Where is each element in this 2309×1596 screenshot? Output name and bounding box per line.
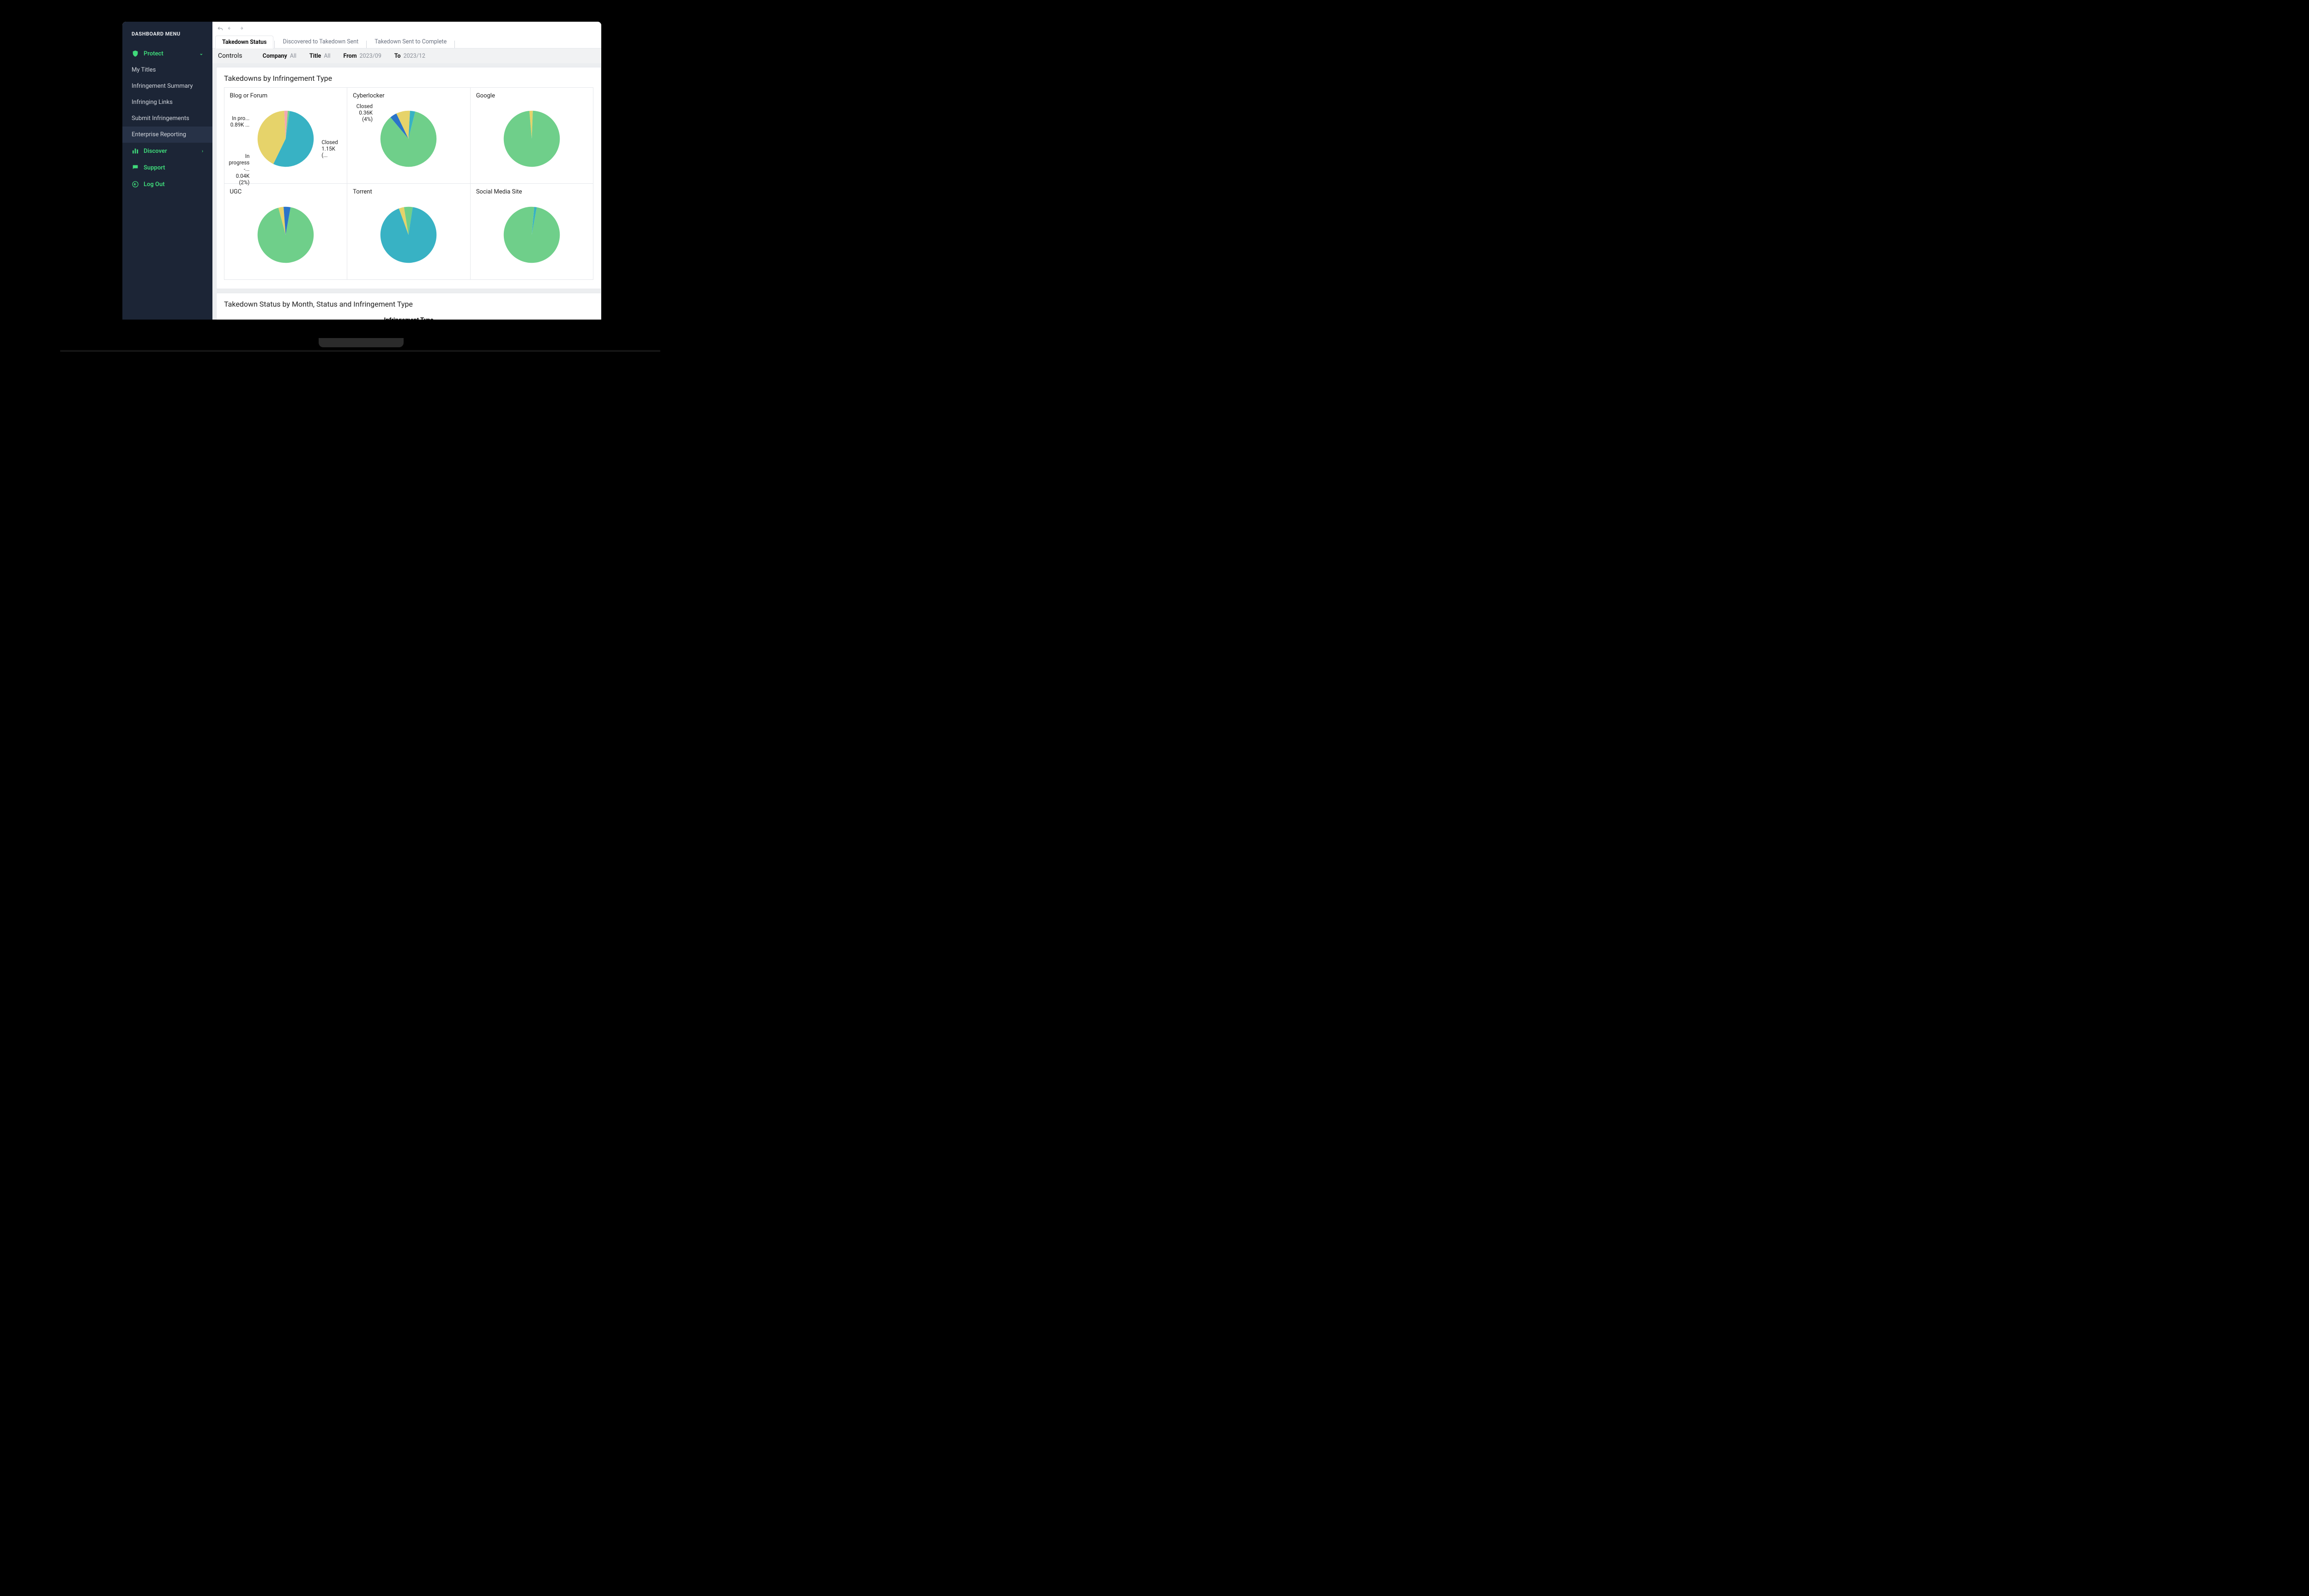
pie-label: In pro...0.89K ... xyxy=(230,115,250,128)
panel-title: Takedown Status by Month, Status and Inf… xyxy=(224,300,593,308)
sidebar-item-label: Log Out xyxy=(144,181,165,188)
shield-icon xyxy=(132,50,139,57)
panel-title: Takedowns by Infringement Type xyxy=(224,74,593,83)
sidebar-item-infringement-summary[interactable]: Infringement Summary xyxy=(122,78,212,94)
control-company[interactable]: Company All xyxy=(263,53,296,60)
sidebar-item-my-titles[interactable]: My Titles xyxy=(122,62,212,78)
control-value: 2023/12 xyxy=(404,53,425,60)
tab-separator xyxy=(274,41,275,48)
sidebar-item-logout[interactable]: Log Out xyxy=(122,176,212,193)
sidebar: DASHBOARD MENU Protect ⌄ My Titles Infri… xyxy=(122,22,212,320)
control-title[interactable]: Title All xyxy=(309,53,331,60)
tab-separator xyxy=(454,41,455,48)
pie-title: Cyberlocker xyxy=(353,92,465,99)
undo-icon[interactable] xyxy=(217,25,224,34)
pie-cell-social: Social Media Site xyxy=(470,183,594,280)
undo-step-icon[interactable] xyxy=(227,25,234,34)
tab-takedown-status[interactable]: Takedown Status xyxy=(215,36,273,48)
table-group-header: Infringement Type xyxy=(224,314,593,320)
sidebar-item-label: Discover xyxy=(144,148,167,155)
sidebar-item-label: Protect xyxy=(144,50,163,57)
sidebar-item-enterprise-reporting[interactable]: Enterprise Reporting xyxy=(122,127,212,143)
sidebar-item-label: Support xyxy=(144,164,165,171)
main-content: Takedown Status Discovered to Takedown S… xyxy=(212,22,601,320)
control-value: All xyxy=(324,53,330,60)
pie-label: In progress -...0.04K (2%) xyxy=(229,153,249,186)
controls-heading: Controls xyxy=(218,52,242,60)
pie-chart: In pro...0.89K ... Closed1.15K (... In p… xyxy=(230,102,342,176)
sidebar-item-protect[interactable]: Protect ⌄ xyxy=(122,45,212,62)
panel-takedowns-by-type: Takedowns by Infringement Type Blog or F… xyxy=(216,67,601,289)
pie-label: Closed1.15K (... xyxy=(321,139,341,159)
pie-chart xyxy=(230,198,342,272)
pie-cell-ugc: UGC xyxy=(224,183,348,280)
sidebar-item-infringing-links[interactable]: Infringing Links xyxy=(122,94,212,110)
pie-title: UGC xyxy=(230,188,342,195)
tab-separator xyxy=(366,41,367,48)
pie-cell-torrent: Torrent xyxy=(347,183,471,280)
control-label: Title xyxy=(309,53,321,60)
pie-grid: Blog or Forum In pro...0.89K ... Closed1… xyxy=(224,87,593,279)
control-to[interactable]: To 2023/12 xyxy=(394,53,425,60)
controls-bar: Controls Company All Title All From 2023… xyxy=(212,48,601,63)
sidebar-item-submit-infringements[interactable]: Submit Infringements xyxy=(122,110,212,127)
sidebar-item-discover[interactable]: Discover › xyxy=(122,143,212,159)
redo-step-icon[interactable] xyxy=(237,25,244,34)
report-tabs: Takedown Status Discovered to Takedown S… xyxy=(212,35,601,48)
pie-cell-google: Google xyxy=(470,87,594,184)
chevron-right-icon: › xyxy=(202,149,203,154)
pie-title: Blog or Forum xyxy=(230,92,342,99)
pie-chart xyxy=(353,198,465,272)
device-shadow xyxy=(60,350,660,352)
bars-icon xyxy=(132,147,139,155)
pie-title: Google xyxy=(476,92,588,99)
pie-cell-cyberlocker: Cyberlocker Closed0.36K (4%) xyxy=(347,87,471,184)
control-label: To xyxy=(394,53,401,60)
report-scroll-area[interactable]: Takedowns by Infringement Type Blog or F… xyxy=(212,63,601,320)
pie-cell-blog: Blog or Forum In pro...0.89K ... Closed1… xyxy=(224,87,348,184)
control-from[interactable]: From 2023/09 xyxy=(344,53,381,60)
control-value: All xyxy=(290,53,296,60)
pie-chart xyxy=(476,102,588,176)
control-label: From xyxy=(344,53,357,60)
chat-icon xyxy=(132,164,139,171)
pie-title: Social Media Site xyxy=(476,188,588,195)
pie-label: Closed0.36K (4%) xyxy=(353,103,373,123)
control-label: Company xyxy=(263,53,287,60)
tab-sent-to-complete[interactable]: Takedown Sent to Complete xyxy=(368,35,453,48)
device-chin xyxy=(319,338,404,347)
pie-chart xyxy=(476,198,588,272)
logout-icon xyxy=(132,181,139,188)
pie-chart: Closed0.36K (4%) xyxy=(353,102,465,176)
history-toolbar xyxy=(212,22,601,35)
panel-takedown-by-month: Takedown Status by Month, Status and Inf… xyxy=(216,293,601,320)
pie-title: Torrent xyxy=(353,188,465,195)
tab-discovered-to-sent[interactable]: Discovered to Takedown Sent xyxy=(276,35,365,48)
sidebar-item-support[interactable]: Support xyxy=(122,159,212,176)
sidebar-title: DASHBOARD MENU xyxy=(122,31,212,45)
app-window: DASHBOARD MENU Protect ⌄ My Titles Infri… xyxy=(122,22,601,320)
chevron-down-icon: ⌄ xyxy=(199,51,203,56)
control-value: 2023/09 xyxy=(360,53,381,60)
